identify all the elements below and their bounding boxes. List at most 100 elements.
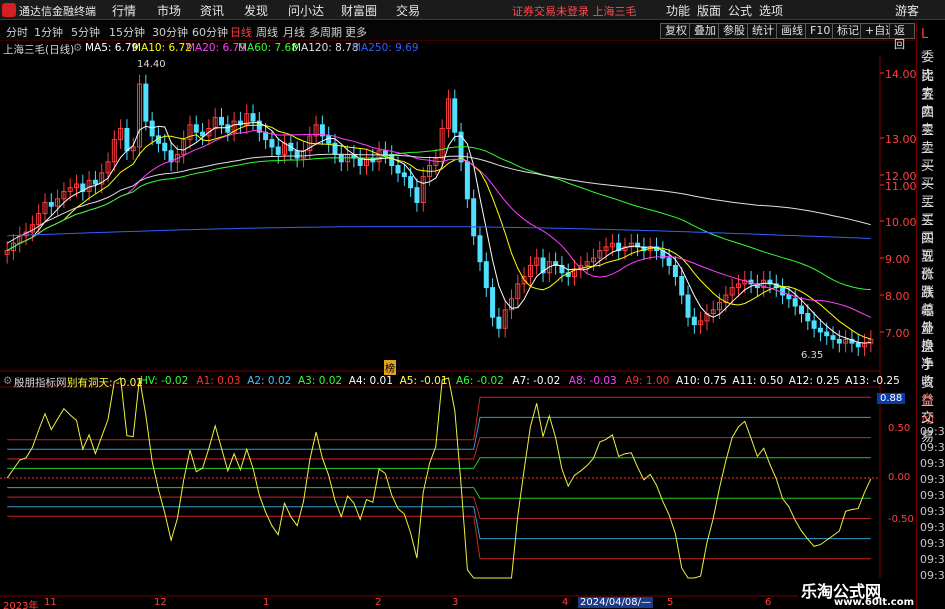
candle-body (792, 298, 798, 307)
candle-body (824, 331, 830, 337)
candle-body (672, 264, 678, 277)
candle-body (326, 135, 332, 144)
candle-body (92, 179, 98, 185)
date-tick: 4 (562, 597, 569, 608)
indicator-value-2: A2: 0.02 (247, 375, 292, 387)
indicator-legend: ⚙ 殷朋指标网 别有洞天: -0.02 HV: -0.02 A1: 0.03 A2:… (0, 375, 900, 389)
indicator-y-tick: -0.50 (888, 514, 914, 525)
indicator-value-5: A5: -0.01 (399, 375, 448, 387)
tick-time: 09:35 (920, 521, 945, 534)
indicator-value-1: A1: 0.03 (196, 375, 241, 387)
candle-body (414, 187, 420, 203)
candle-body (805, 313, 811, 322)
candle-body (382, 150, 388, 155)
indicator-band-line (7, 416, 871, 450)
candle-body (143, 83, 149, 122)
candle-body (855, 342, 861, 348)
indicator-value-6: A6: -0.02 (456, 375, 504, 387)
indicator-value-13: A13: -0.25 (845, 375, 900, 387)
indicator-current-value: 0.88 (877, 393, 906, 404)
candle-body (250, 113, 256, 122)
candle-body (124, 128, 130, 152)
candle-body (269, 139, 275, 148)
tick-time: 09:35 (920, 537, 945, 550)
y-tick-label: 7.00 (885, 327, 910, 340)
watermark: 乐淘公式网 www.60lt.com (798, 578, 915, 609)
ma120-line (6, 153, 871, 244)
candle-body (811, 320, 817, 329)
indicator-gear-icon[interactable]: ⚙ (3, 375, 12, 387)
indicator-band-line (7, 515, 871, 560)
candle-body (48, 202, 54, 207)
tick-time: 09:34 (920, 425, 945, 438)
indicator-y-tick: 0.50 (888, 423, 911, 434)
candle-body (483, 261, 489, 289)
candle-body (685, 294, 691, 318)
date-tick: 6 (765, 597, 772, 608)
indicator-band-line (7, 506, 871, 540)
ma60-line (6, 146, 871, 291)
indicator-value-3: A3: 0.02 (298, 375, 343, 387)
panel-toggle[interactable]: L (921, 27, 928, 42)
indicator-main-value: 别有洞天: -0.02 (67, 377, 144, 389)
ma5-line (6, 122, 871, 344)
candle-body (830, 335, 836, 340)
indicator-value-8: A8: -0.03 (568, 375, 617, 387)
candle-body (471, 198, 477, 237)
candle-body (389, 153, 395, 166)
tick-time: 09:35 (920, 457, 945, 470)
indicator-band-line (7, 437, 871, 460)
y-tick-label: 11.00 (885, 180, 917, 193)
candle-body (275, 146, 281, 155)
candle-body (294, 150, 300, 159)
candle-body (691, 316, 697, 326)
indicator-value-7: A7: -0.02 (512, 375, 561, 387)
candle-body (408, 176, 414, 189)
indicator-value-9: A9: 1.00 (625, 375, 670, 387)
tick-time: 09:35 (920, 473, 945, 486)
cursor-date: 2024/04/08/— (578, 597, 654, 608)
date-axis: 2023年 11 12 1 2 3 4 2024/04/08/— 5 6 (0, 597, 915, 609)
candle-body (666, 257, 672, 266)
candle-body (836, 338, 842, 344)
candle-body (452, 98, 458, 133)
indicator-value-10: A10: 0.75 (676, 375, 727, 387)
high-price-label: 14.40 (137, 59, 166, 70)
candle-body (780, 287, 786, 296)
date-tick: 11 (44, 597, 57, 608)
candle-body (149, 120, 155, 137)
candle-body (679, 276, 685, 296)
indicator-value-12: A12: 0.25 (788, 375, 840, 387)
y-tick-label: 9.00 (885, 253, 910, 266)
y-tick-label: 14.00 (885, 68, 917, 81)
indicator-value-11: A11: 0.50 (732, 375, 784, 387)
date-tick: 3 (452, 597, 459, 608)
chart-canvas[interactable] (0, 0, 945, 609)
candle-body (496, 316, 502, 329)
date-tick: 5 (667, 597, 674, 608)
candle-body (817, 327, 823, 333)
y-tick-label: 10.00 (885, 216, 917, 229)
watermark-url: www.60lt.com (834, 597, 915, 608)
candle-body (464, 161, 470, 200)
ma250-line (7, 226, 871, 239)
candle-body (219, 116, 224, 126)
candle-body (799, 305, 804, 315)
low-price-label: 6.35 (801, 350, 824, 361)
candle-body (200, 131, 206, 137)
indicator-y-tick: 0.00 (888, 472, 911, 483)
candle-body (786, 294, 792, 300)
tick-time: 09:35 (920, 489, 945, 502)
date-tick: 2 (375, 597, 382, 608)
tick-time: 09:35 (920, 569, 945, 582)
indicator-name: 殷朋指标网 (14, 377, 67, 389)
indicator-value-4: A4: 0.01 (348, 375, 393, 387)
quote-side-panel[interactable]: L 委比 卖五 卖四 卖三 卖二 卖一 买一 买二 买三 买四 买五 现价 涨跌… (916, 21, 945, 609)
candle-body (490, 287, 496, 318)
list-marker-badge[interactable]: 榜 (384, 360, 396, 375)
candle-body (162, 142, 168, 152)
y-tick-label: 13.00 (885, 133, 917, 146)
tick-time: 09:34 (920, 441, 945, 454)
tick-time: 09:35 (920, 505, 945, 518)
candle-body (401, 172, 407, 178)
